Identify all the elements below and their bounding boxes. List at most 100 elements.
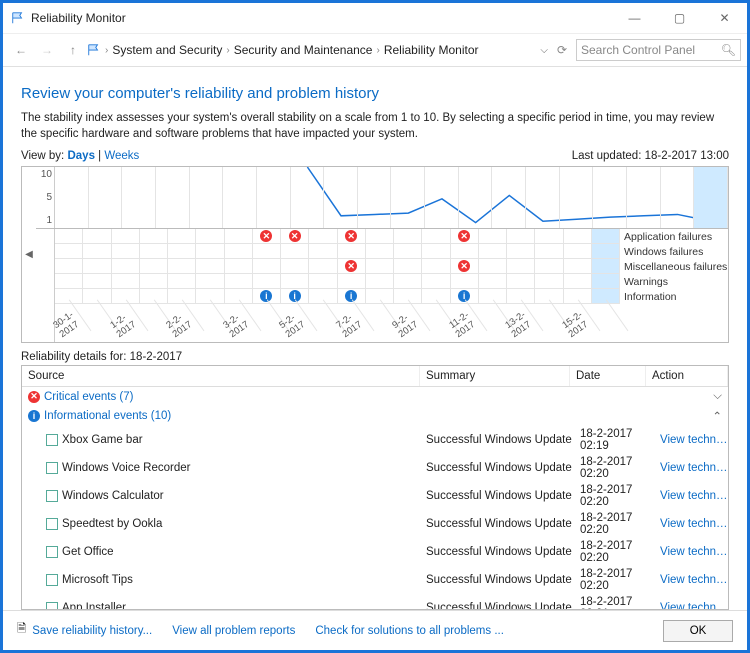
close-button[interactable]: ✕ <box>702 3 747 33</box>
save-history-link[interactable]: Save reliability history... <box>32 625 152 637</box>
chart-day-column[interactable] <box>89 167 123 228</box>
chart-day-column[interactable] <box>560 167 594 228</box>
forward-button[interactable]: → <box>35 38 59 62</box>
row-action-link[interactable]: View technical d.. <box>660 434 728 446</box>
col-summary[interactable]: Summary <box>420 366 570 386</box>
table-row[interactable]: Windows CalculatorSuccessful Windows Upd… <box>22 482 728 510</box>
event-cell[interactable] <box>422 259 450 273</box>
event-cell[interactable] <box>394 229 422 243</box>
event-cell[interactable] <box>338 274 366 288</box>
view-days-link[interactable]: Days <box>67 150 95 162</box>
event-cell[interactable] <box>225 229 253 243</box>
chart-day-column[interactable] <box>661 167 695 228</box>
group-critical[interactable]: ✕ Critical events (7) ⌵ <box>22 387 728 406</box>
event-cell[interactable] <box>196 259 224 273</box>
row-action-link[interactable]: View technical d.. <box>660 602 728 610</box>
event-cell[interactable] <box>309 229 337 243</box>
crumb-dropdown-icon[interactable]: ⌵ <box>540 45 548 56</box>
ok-button[interactable]: OK <box>663 620 733 642</box>
event-cell[interactable] <box>309 259 337 273</box>
chart-day-column[interactable] <box>122 167 156 228</box>
event-cell[interactable] <box>564 229 592 243</box>
event-cell[interactable] <box>225 274 253 288</box>
event-cell[interactable] <box>168 244 196 258</box>
event-cell[interactable] <box>196 274 224 288</box>
event-cell[interactable] <box>479 274 507 288</box>
event-cell[interactable] <box>507 274 535 288</box>
reliability-chart[interactable]: ◀ 1051 ✕✕✕✕✕✕iiii Applica <box>21 166 729 343</box>
row-action-link[interactable]: View technical d.. <box>660 574 728 586</box>
event-cell[interactable] <box>168 229 196 243</box>
event-cell[interactable] <box>140 229 168 243</box>
chart-plot[interactable] <box>54 167 728 228</box>
table-row[interactable]: App InstallerSuccessful Windows Update18… <box>22 594 728 610</box>
table-row[interactable]: Microsoft TipsSuccessful Windows Update1… <box>22 566 728 594</box>
event-cell[interactable] <box>535 259 563 273</box>
event-cell[interactable] <box>83 244 111 258</box>
event-cell[interactable] <box>507 244 535 258</box>
table-row[interactable]: Xbox Game barSuccessful Windows Update18… <box>22 426 728 454</box>
event-cell[interactable] <box>140 259 168 273</box>
chart-day-column[interactable] <box>526 167 560 228</box>
event-cell[interactable] <box>366 259 394 273</box>
event-cell[interactable] <box>112 274 140 288</box>
event-cell[interactable] <box>83 259 111 273</box>
event-cell[interactable] <box>564 274 592 288</box>
event-cell[interactable] <box>564 244 592 258</box>
event-cell[interactable] <box>83 229 111 243</box>
back-button[interactable]: ← <box>9 38 33 62</box>
chart-day-column[interactable] <box>492 167 526 228</box>
event-cell[interactable] <box>112 259 140 273</box>
event-cell[interactable] <box>140 274 168 288</box>
event-cell[interactable] <box>309 244 337 258</box>
event-cell[interactable] <box>394 259 422 273</box>
table-row[interactable]: Get OfficeSuccessful Windows Update18-2-… <box>22 538 728 566</box>
event-cell[interactable] <box>55 229 83 243</box>
event-cell[interactable] <box>507 259 535 273</box>
check-solutions-link[interactable]: Check for solutions to all problems ... <box>315 625 504 637</box>
event-cell[interactable]: ✕ <box>281 229 309 243</box>
event-cell[interactable] <box>507 229 535 243</box>
row-action-link[interactable]: View technical d.. <box>660 546 728 558</box>
table-row[interactable]: Speedtest by OoklaSuccessful Windows Upd… <box>22 510 728 538</box>
event-cell[interactable] <box>253 274 281 288</box>
chart-day-column[interactable] <box>459 167 493 228</box>
row-action-link[interactable]: View technical d.. <box>660 490 728 502</box>
event-cell[interactable] <box>479 244 507 258</box>
event-cell[interactable] <box>422 229 450 243</box>
row-action-link[interactable]: View technical d.. <box>660 518 728 530</box>
search-input[interactable]: Search Control Panel 🔍︎ <box>576 39 741 61</box>
chart-prev-button[interactable]: ◀ <box>22 167 36 342</box>
col-source[interactable]: Source <box>22 366 420 386</box>
event-cell[interactable] <box>112 229 140 243</box>
event-cell[interactable] <box>366 244 394 258</box>
table-row[interactable]: Windows Voice RecorderSuccessful Windows… <box>22 454 728 482</box>
chart-day-column[interactable] <box>291 167 325 228</box>
event-cell[interactable] <box>338 244 366 258</box>
event-cell[interactable] <box>55 244 83 258</box>
event-cell[interactable] <box>564 259 592 273</box>
event-cell[interactable] <box>253 244 281 258</box>
event-cell[interactable] <box>592 274 620 288</box>
group-informational[interactable]: i Informational events (10) ⌃ <box>22 406 728 426</box>
chart-day-column[interactable] <box>223 167 257 228</box>
event-cell[interactable] <box>535 274 563 288</box>
event-cell[interactable] <box>309 274 337 288</box>
maximize-button[interactable]: ▢ <box>657 3 702 33</box>
event-cell[interactable] <box>592 229 620 243</box>
minimize-button[interactable]: — <box>612 3 657 33</box>
event-cell[interactable] <box>281 274 309 288</box>
event-cell[interactable] <box>83 274 111 288</box>
chart-day-column[interactable] <box>593 167 627 228</box>
event-cell[interactable] <box>535 229 563 243</box>
chart-day-column[interactable] <box>324 167 358 228</box>
chart-day-column[interactable] <box>694 167 728 228</box>
event-cell[interactable] <box>366 229 394 243</box>
event-cell[interactable] <box>55 274 83 288</box>
event-cell[interactable]: ✕ <box>451 259 479 273</box>
event-grid[interactable]: ✕✕✕✕✕✕iiii <box>54 229 620 304</box>
chart-day-column[interactable] <box>257 167 291 228</box>
event-cell[interactable] <box>592 259 620 273</box>
event-cell[interactable] <box>168 259 196 273</box>
view-all-link[interactable]: View all problem reports <box>172 625 295 637</box>
